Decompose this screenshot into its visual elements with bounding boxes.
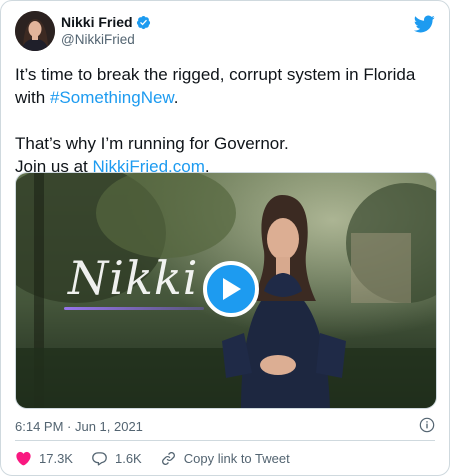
author-handle[interactable]: @NikkiFried [61, 32, 135, 47]
action-bar: 17.3K 1.6K Copy link to Tweet [15, 450, 308, 467]
avatar[interactable] [15, 11, 55, 51]
author-name[interactable]: Nikki Fried [61, 14, 133, 30]
tweet-card: Nikki Fried @NikkiFried It’s time to bre… [0, 0, 450, 476]
copy-link-button[interactable]: Copy link to Tweet [160, 450, 290, 467]
copy-link-label: Copy link to Tweet [183, 451, 290, 466]
tweet-line-2-suffix: . [173, 88, 179, 107]
link-icon [161, 452, 175, 465]
profile-photo [15, 11, 55, 51]
divider [15, 440, 435, 441]
tweet-line-2-prefix: with [15, 88, 50, 107]
tweet-line-3: That’s why I’m running for Governor. [15, 134, 289, 153]
play-button[interactable] [203, 261, 259, 317]
tweet-text: It’s time to break the rigged, corrupt s… [15, 63, 440, 178]
play-icon [223, 278, 241, 300]
author-name-row[interactable]: Nikki Fried [61, 14, 151, 30]
hashtag-link[interactable]: #SomethingNew [50, 88, 174, 107]
info-icon[interactable] [419, 417, 435, 433]
watermark-underline [64, 307, 204, 310]
video-player[interactable]: Nikki [15, 172, 437, 409]
reply-bubble-icon [92, 452, 107, 466]
video-watermark: Nikki [68, 251, 199, 305]
tweet-line-1: It’s time to break the rigged, corrupt s… [15, 65, 416, 84]
verified-badge-icon [136, 15, 150, 29]
reply-count: 1.6K [114, 451, 142, 466]
like-count: 17.3K [39, 451, 73, 466]
heart-icon [16, 451, 31, 466]
tweet-timestamp[interactable]: 6:14 PM · Jun 1, 2021 [15, 419, 143, 434]
reply-button[interactable]: 1.6K [91, 450, 142, 467]
tweet-line-2: with #SomethingNew. [15, 86, 440, 109]
twitter-bird-icon[interactable] [413, 13, 435, 35]
like-button[interactable]: 17.3K [15, 450, 73, 467]
